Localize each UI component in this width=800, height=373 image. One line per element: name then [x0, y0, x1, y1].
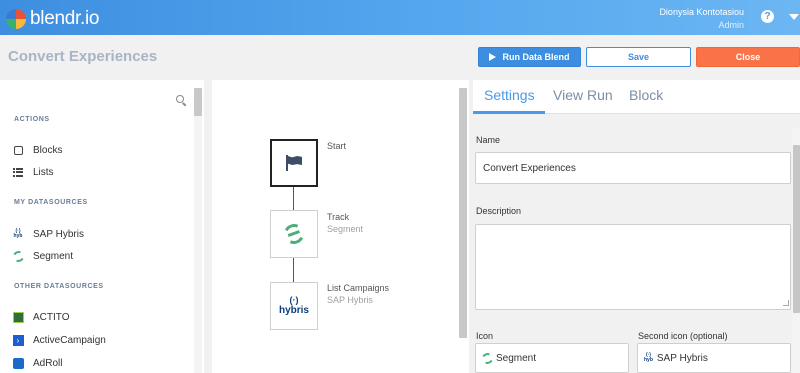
sap-hybris-icon: (·) hyb [13, 228, 23, 239]
sidebar-scrollbar-thumb[interactable] [194, 88, 202, 116]
chevron-down-icon[interactable] [789, 14, 799, 20]
sap-hybris-icon: (·) hyb [644, 352, 653, 363]
sidebar-item-segment[interactable]: Segment [10, 248, 74, 264]
sidebar-item-label: SAP Hybris [33, 228, 84, 240]
flow-connector [293, 258, 294, 282]
resize-handle-icon[interactable] [783, 300, 789, 306]
start-block-label: Start [327, 140, 346, 152]
activecampaign-icon: › [12, 334, 24, 346]
sidebar-scrollbar[interactable] [194, 88, 202, 373]
description-label: Description [476, 206, 522, 216]
user-name: Dionysia Kontotasiou [659, 7, 744, 17]
sidebar-item-label: Segment [33, 250, 74, 262]
my-datasources-heading: MY DATASOURCES [14, 199, 88, 206]
start-block[interactable] [270, 139, 318, 187]
name-field[interactable]: Convert Experiences [475, 152, 791, 184]
segment-icon [480, 350, 495, 366]
second-icon-select-value: SAP Hybris [656, 352, 708, 364]
flag-icon [285, 155, 303, 171]
close-button[interactable]: Close [696, 47, 800, 67]
actions-heading: ACTIONS [14, 116, 50, 123]
block-title: Start [327, 141, 347, 151]
sidebar-item-label: Blocks [33, 144, 63, 156]
tab-view-run[interactable]: View Run [553, 87, 613, 103]
user-role: Admin [718, 20, 744, 30]
block-title: List Campaigns [327, 283, 390, 293]
block-title: Track [327, 212, 350, 222]
segment-icon [281, 221, 307, 247]
sidebar-item-label: AdRoll [33, 357, 63, 369]
track-block-label: Track Segment [327, 211, 363, 235]
description-field[interactable] [475, 224, 791, 310]
blendr-logo[interactable]: blendr.io [6, 8, 99, 30]
canvas-scrollbar[interactable] [459, 88, 467, 338]
sidebar-item-blocks[interactable]: Blocks [12, 142, 62, 158]
second-icon-select[interactable]: (·) hyb SAP Hybris [637, 343, 791, 373]
sidebar-item-adroll[interactable]: AdRoll [12, 355, 62, 371]
segment-icon [10, 248, 26, 264]
sap-hybris-icon: (·) hybris [278, 295, 309, 317]
sidebar-item-actito[interactable]: ACTITO [12, 309, 69, 325]
sidebar-item-activecampaign[interactable]: › ActiveCampaign [12, 332, 106, 348]
icon-label: Icon [476, 331, 494, 341]
adroll-icon [12, 357, 24, 369]
active-tab-indicator [473, 111, 545, 114]
list-icon [13, 167, 23, 177]
list-campaigns-block-label: List Campaigns SAP Hybris [327, 282, 389, 306]
run-data-blend-button[interactable]: Run Data Blend [478, 47, 581, 67]
name-label: Name [476, 135, 501, 145]
block-subtitle: Segment [327, 224, 364, 234]
tab-block[interactable]: Block [629, 87, 663, 103]
search-icon[interactable] [176, 95, 184, 103]
block-subtitle: SAP Hybris [327, 295, 373, 305]
page-title: Convert Experiences [8, 48, 158, 65]
sidebar-item-label: Lists [33, 166, 54, 178]
actito-icon [12, 311, 24, 323]
sidebar-item-sap-hybris[interactable]: (·) hyb SAP Hybris [12, 226, 84, 242]
icon-select-value: Segment [496, 352, 537, 364]
play-icon [489, 53, 497, 61]
user-menu[interactable]: Dionysia Kontotasiou Admin [659, 6, 744, 32]
flow-connector [293, 187, 294, 210]
icon-select[interactable]: Segment [475, 343, 629, 373]
sidebar-item-label: ACTITO [33, 311, 70, 323]
list-campaigns-block[interactable]: (·) hybris [270, 282, 318, 330]
square-icon [13, 145, 23, 155]
brand-name: blendr.io [30, 8, 100, 29]
run-button-label: Run Data Blend [502, 52, 570, 62]
other-datasources-heading: OTHER DATASOURCES [14, 283, 104, 290]
second-icon-label: Second icon (optional) [638, 331, 728, 341]
sidebar-item-lists[interactable]: Lists [12, 164, 54, 180]
save-button[interactable]: Save [586, 47, 691, 67]
tab-settings[interactable]: Settings [484, 87, 535, 103]
track-block[interactable] [270, 210, 318, 258]
sidebar-item-label: ActiveCampaign [33, 334, 106, 346]
blendr-logo-icon [6, 9, 26, 29]
help-icon[interactable]: ? [761, 10, 774, 23]
panel-scrollbar-thumb[interactable] [793, 145, 800, 313]
